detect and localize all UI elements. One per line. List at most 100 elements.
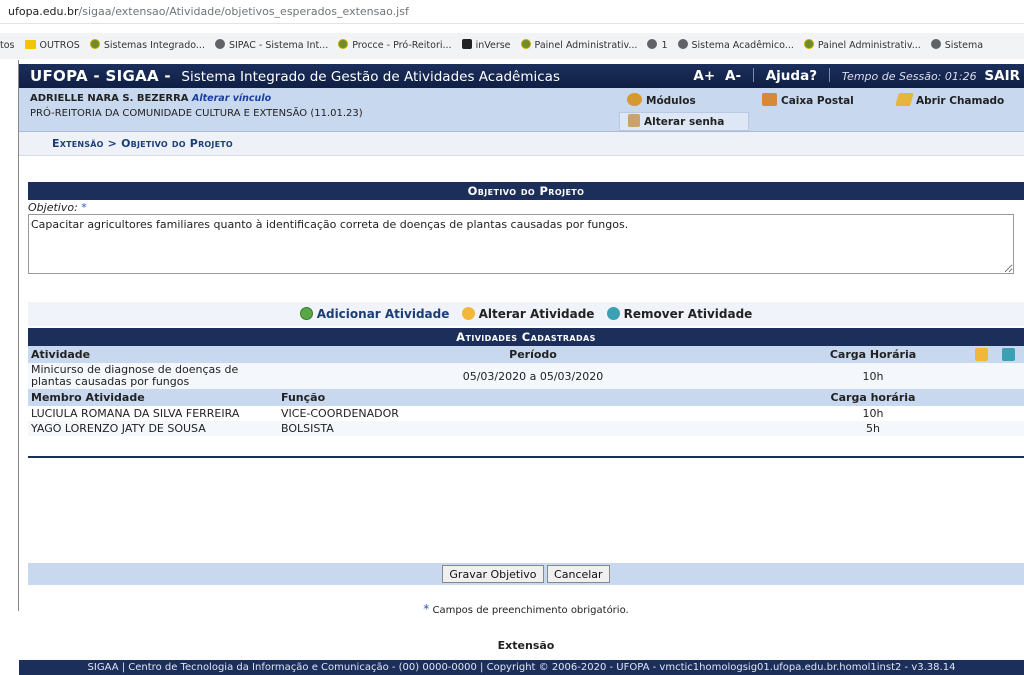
atividades-table: Atividade Período Carga Horária Minicurs… bbox=[28, 346, 1024, 436]
bookmark-label: 1 bbox=[661, 40, 668, 51]
required-star-icon: * bbox=[81, 201, 87, 214]
objetivo-section-title: Objetivo do Projeto bbox=[28, 182, 1024, 200]
globe-icon bbox=[930, 39, 941, 49]
url-path: /sigaa/extensao/Atividade/objetivos_espe… bbox=[78, 5, 409, 18]
url-host: ufopa.edu.br bbox=[8, 5, 79, 18]
ufopa-icon bbox=[520, 39, 531, 49]
footer-bar: SIGAA | Centro de Tecnologia da Informaç… bbox=[19, 660, 1024, 675]
bookmark-item[interactable]: Painel Administrativ... bbox=[520, 33, 638, 59]
add-activity-label: Adicionar Atividade bbox=[316, 307, 450, 321]
modulos-label: Módulos bbox=[646, 95, 696, 107]
col-carga-membro: Carga horária bbox=[788, 389, 958, 406]
user-name: ADRIELLE NARA S. BEZERRA bbox=[30, 93, 189, 104]
bookmark-item[interactable]: tos bbox=[0, 33, 15, 59]
mailbox-icon bbox=[762, 93, 777, 106]
edit-activity-legend: Alterar Atividade bbox=[461, 302, 595, 326]
col-empty bbox=[958, 389, 1024, 406]
header-divider bbox=[828, 68, 830, 82]
globe-icon bbox=[647, 39, 658, 49]
edit-icon bbox=[975, 347, 988, 361]
add-activity-button[interactable]: Adicionar Atividade bbox=[299, 302, 450, 326]
member-hours: 5h bbox=[788, 421, 958, 436]
breadcrumb: Extensão > Objetivo do Projeto bbox=[19, 132, 1024, 156]
footer-title: Extensão bbox=[497, 639, 555, 652]
form-button-bar: Gravar Objetivo Cancelar bbox=[28, 563, 1024, 585]
table-row: Minicurso de diagnose de doenças de plan… bbox=[28, 363, 1024, 389]
edit-activity-label: Alterar Atividade bbox=[478, 307, 595, 321]
bookmark-item[interactable]: Procce - Pró-Reitori... bbox=[338, 33, 452, 59]
col-carga-horaria: Carga Horária bbox=[788, 346, 958, 363]
mailbox-button[interactable]: Caixa Postal bbox=[754, 92, 884, 111]
sigaa-brand[interactable]: UFOPA - SIGAA - bbox=[30, 67, 171, 85]
col-membro: Membro Atividade bbox=[28, 389, 278, 406]
table-row: LUCIULA ROMANA DA SILVA FERREIRA VICE-CO… bbox=[28, 406, 1024, 421]
remove-activity-label: Remover Atividade bbox=[623, 307, 753, 321]
col-atividade: Atividade bbox=[28, 346, 278, 363]
font-decrease-button[interactable]: A- bbox=[725, 68, 741, 84]
add-icon bbox=[299, 307, 313, 320]
mailbox-label: Caixa Postal bbox=[781, 95, 854, 107]
bookmark-item[interactable]: inVerse bbox=[461, 33, 511, 59]
address-bar[interactable]: ufopa.edu.br/sigaa/extensao/Atividade/ob… bbox=[0, 0, 1024, 24]
bookmark-item[interactable]: SIPAC - Sistema Int... bbox=[214, 33, 329, 59]
trash-icon bbox=[1002, 347, 1015, 361]
members-header-row: Membro Atividade Função Carga horária bbox=[28, 389, 1024, 406]
modules-icon bbox=[627, 93, 642, 106]
bookmark-label: Painel Administrativ... bbox=[534, 40, 638, 51]
change-link[interactable]: Alterar vínculo bbox=[192, 93, 271, 104]
atividades-section: Atividades Cadastradas Atividade Período… bbox=[28, 328, 1024, 458]
open-ticket-button[interactable]: Abrir Chamado bbox=[889, 92, 1024, 111]
col-periodo: Período bbox=[278, 346, 788, 363]
edit-icon bbox=[461, 307, 475, 320]
atividade-carga: 10h bbox=[788, 363, 958, 389]
globe-icon bbox=[677, 39, 688, 49]
bookmark-item[interactable]: Sistemas Integrado... bbox=[89, 33, 205, 59]
bookmark-item[interactable]: OUTROS bbox=[24, 33, 80, 59]
remove-activity-legend: Remover Atividade bbox=[606, 302, 753, 326]
atividades-section-title: Atividades Cadastradas bbox=[28, 328, 1024, 346]
activity-actions-bar: Adicionar Atividade Alterar Atividade Re… bbox=[28, 302, 1024, 326]
bookmark-item[interactable]: Sistema bbox=[930, 33, 984, 59]
user-department: PRÓ-REITORIA DA COMUNIDADE CULTURA E EXT… bbox=[30, 108, 363, 119]
key-icon bbox=[628, 114, 640, 127]
row-actions bbox=[958, 363, 1024, 389]
bookmarks-bar: tos OUTROS Sistemas Integrado... SIPAC - Si… bbox=[0, 33, 1024, 59]
bookmark-item[interactable]: Painel Administrativ... bbox=[803, 33, 921, 59]
bookmark-item[interactable]: Sistema Acadêmico... bbox=[677, 33, 794, 59]
bookmark-item[interactable]: 1 bbox=[647, 33, 668, 59]
header-right: A+ A- Ajuda? Tempo de Sessão: 01:26 SAIR bbox=[693, 64, 1020, 89]
ufopa-icon bbox=[89, 39, 100, 49]
logout-link[interactable]: SAIR bbox=[984, 68, 1020, 84]
ufopa-icon bbox=[338, 39, 349, 49]
inverse-icon bbox=[461, 39, 472, 49]
bookmark-label: inVerse bbox=[475, 40, 511, 51]
help-link[interactable]: Ajuda? bbox=[766, 68, 817, 84]
trash-icon bbox=[606, 307, 620, 320]
change-password-button[interactable]: Alterar senha bbox=[619, 112, 749, 131]
atividades-bottom-divider bbox=[28, 456, 1024, 458]
bookmark-label: Sistema bbox=[944, 40, 984, 51]
font-increase-button[interactable]: A+ bbox=[693, 68, 715, 84]
bookmark-label: Procce - Pró-Reitori... bbox=[352, 40, 452, 51]
bookmark-label: Sistema Acadêmico... bbox=[691, 40, 794, 51]
sigaa-header: UFOPA - SIGAA - Sistema Integrado de Ges… bbox=[19, 64, 1024, 88]
required-fields-note: * Campos de preenchimento obrigatório. bbox=[28, 602, 1024, 616]
ufopa-icon bbox=[803, 39, 814, 49]
sigaa-subtitle: Sistema Integrado de Gestão de Atividade… bbox=[181, 69, 560, 85]
cancel-button[interactable]: Cancelar bbox=[547, 565, 610, 583]
member-hours: 10h bbox=[788, 406, 958, 421]
bookmark-label: SIPAC - Sistema Int... bbox=[228, 40, 329, 51]
atividade-name: Minicurso de diagnose de doenças de plan… bbox=[28, 363, 278, 389]
header-divider bbox=[752, 68, 754, 82]
modulos-button[interactable]: Módulos bbox=[619, 92, 749, 111]
col-funcao: Função bbox=[278, 389, 788, 406]
sigaa-page: UFOPA - SIGAA - Sistema Integrado de Ges… bbox=[19, 64, 1024, 675]
save-objective-button[interactable]: Gravar Objetivo bbox=[442, 565, 544, 583]
atividades-header-row: Atividade Período Carga Horária bbox=[28, 346, 1024, 363]
member-role: VICE-COORDENADOR bbox=[278, 406, 788, 421]
ticket-icon bbox=[895, 93, 914, 106]
objetivo-textarea[interactable] bbox=[28, 214, 1014, 274]
bookmark-label: tos bbox=[0, 40, 15, 51]
atividade-periodo: 05/03/2020 a 05/03/2020 bbox=[278, 363, 788, 389]
session-timer: Tempo de Sessão: 01:26 bbox=[841, 70, 977, 83]
